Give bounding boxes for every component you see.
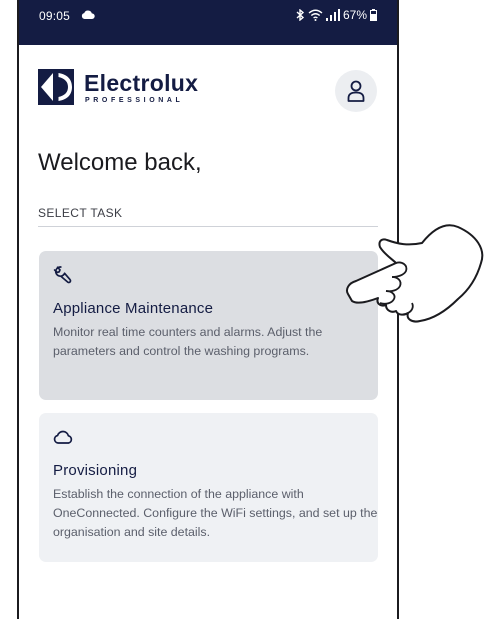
task-title: Appliance Maintenance: [53, 300, 214, 317]
user-icon: [347, 80, 365, 102]
electrolux-logo: [38, 69, 74, 105]
signal-icon: [325, 9, 340, 21]
task-card-appliance-maintenance[interactable]: Appliance Maintenance Monitor real time …: [39, 251, 378, 400]
battery-percent: 67%: [342, 8, 367, 22]
phone-frame-right: [397, 0, 399, 619]
brand-name: Electrolux: [84, 70, 199, 96]
phone-frame-left: [17, 0, 19, 619]
status-time: 09:05: [39, 9, 71, 23]
task-card-provisioning[interactable]: Provisioning Establish the connection of…: [39, 413, 378, 562]
battery-icon: [370, 9, 377, 21]
cloud-icon: [53, 430, 73, 444]
app-screen: 09:05 67% Electrolux PROFESSIONAL Welcom…: [0, 0, 491, 619]
section-label: SELECT TASK: [38, 206, 123, 220]
task-title: Provisioning: [53, 462, 138, 479]
task-description: Establish the connection of the applianc…: [53, 487, 378, 539]
cloud-icon: [81, 10, 95, 19]
brand-subtitle: PROFESSIONAL: [85, 97, 184, 104]
profile-button[interactable]: [335, 70, 377, 112]
bluetooth-icon: [296, 9, 305, 21]
divider: [38, 226, 378, 227]
status-icons: 67%: [296, 8, 377, 22]
wrench-icon: [53, 266, 72, 284]
task-description: Monitor real time counters and alarms. A…: [53, 325, 323, 358]
wifi-icon: [308, 9, 323, 21]
welcome-heading: Welcome back,: [38, 149, 202, 176]
status-bar: 09:05 67%: [19, 0, 397, 45]
